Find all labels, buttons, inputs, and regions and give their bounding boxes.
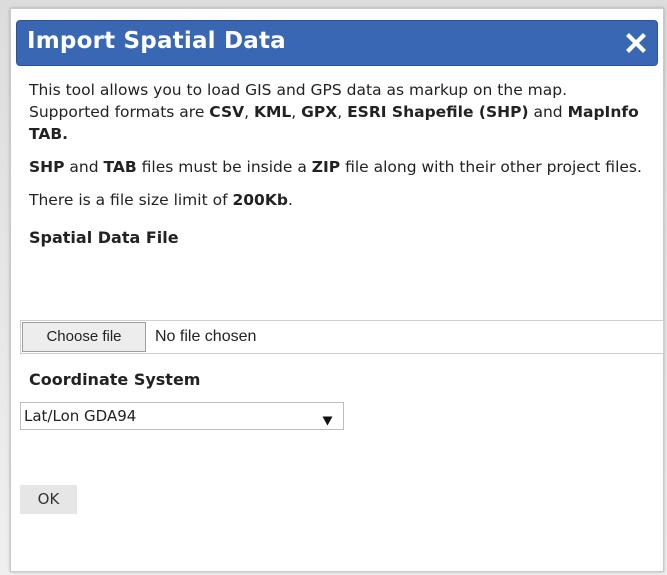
spatial-data-file-input[interactable]: Choose file No file chosen: [20, 320, 664, 354]
spatial-data-file-label: Spatial Data File: [29, 228, 179, 247]
choose-file-button[interactable]: Choose file: [22, 322, 146, 352]
coordinate-system-selected-value: Lat/Lon GDA94: [24, 407, 137, 425]
import-spatial-data-dialog: Import Spatial Data This tool allows you…: [10, 8, 664, 572]
coordinate-system-select[interactable]: Lat/Lon GDA94: [20, 402, 344, 430]
coordinate-system-label: Coordinate System: [29, 370, 201, 389]
dropdown-arrow-icon: [322, 411, 333, 430]
close-icon: [625, 32, 647, 54]
file-status-text: No file chosen: [155, 328, 257, 345]
ok-button[interactable]: OK: [20, 485, 77, 514]
zip-requirement-paragraph: SHP and TAB files must be inside a ZIP f…: [29, 158, 642, 176]
close-button[interactable]: [625, 32, 647, 54]
file-size-limit-paragraph: There is a file size limit of 200Kb.: [29, 191, 293, 209]
dialog-titlebar: Import Spatial Data: [16, 20, 658, 66]
dialog-content: This tool allows you to load GIS and GPS…: [29, 79, 649, 249]
intro-paragraph: This tool allows you to load GIS and GPS…: [29, 81, 639, 143]
dialog-title: Import Spatial Data: [27, 28, 286, 54]
